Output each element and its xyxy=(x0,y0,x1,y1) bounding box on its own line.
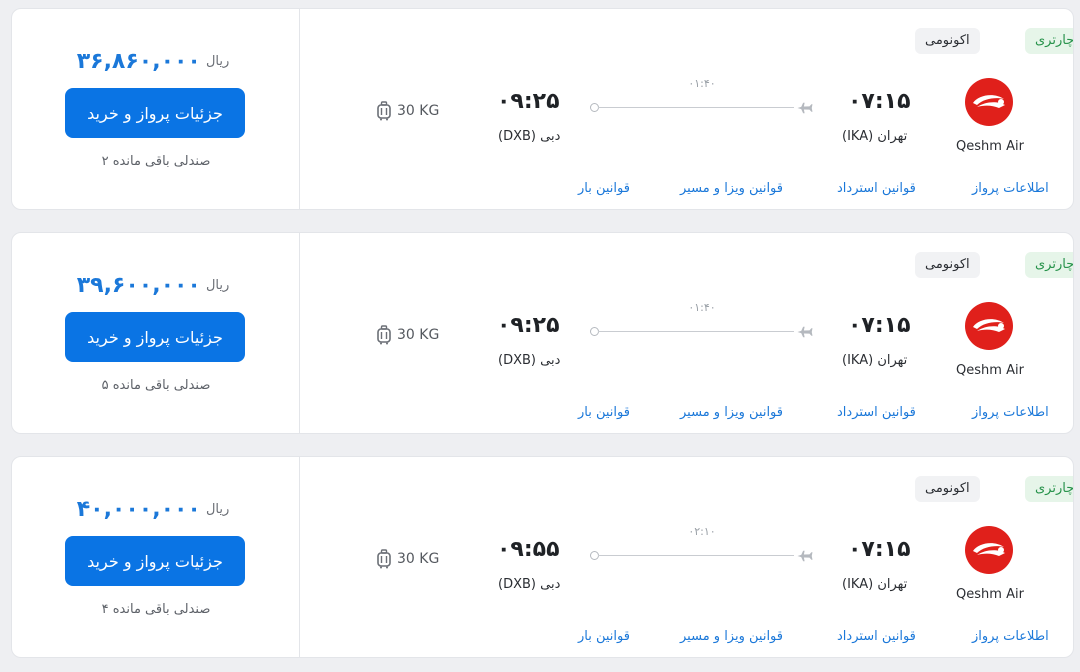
airline-name: Qeshm Air xyxy=(956,363,1024,378)
flight-details-buy-button[interactable]: جزئیات پرواز و خرید xyxy=(65,312,245,362)
seats-remaining: ۲ صندلی باقی مانده xyxy=(101,154,211,169)
baggage-allowance: 30 KG xyxy=(377,549,439,569)
charter-badge: چارتری xyxy=(1025,28,1073,54)
refund-rules-link[interactable]: قوانین استرداد xyxy=(837,181,916,196)
price-panel: ریال ۳۶,۸۶۰,۰۰۰ جزئیات پرواز و خرید ۲ صن… xyxy=(12,9,300,209)
arrival-time: ۰۹:۲۵ xyxy=(497,313,560,338)
suitcase-icon xyxy=(377,325,391,345)
price-currency: ریال xyxy=(205,54,230,69)
price: ریال ۴۰,۰۰۰,۰۰۰ xyxy=(12,497,300,522)
departure-city: تهران (IKA) xyxy=(842,129,908,144)
price-value: ۴۰,۰۰۰,۰۰۰ xyxy=(76,497,201,522)
cabin-class-badge: اکونومی xyxy=(915,28,980,54)
flight-info-link[interactable]: اطلاعات پرواز xyxy=(972,181,1049,196)
flight-duration: ۰۱:۴۰ xyxy=(688,77,716,90)
airplane-icon xyxy=(797,102,813,114)
price-value: ۳۹,۶۰۰,۰۰۰ xyxy=(76,273,201,298)
departure-city: تهران (IKA) xyxy=(842,353,908,368)
suitcase-icon xyxy=(377,549,391,569)
seats-remaining: ۴ صندلی باقی مانده xyxy=(101,602,211,617)
arrival-time: ۰۹:۵۵ xyxy=(497,537,560,562)
departure-time: ۰۷:۱۵ xyxy=(848,313,911,338)
baggage-rules-link[interactable]: قوانین بار xyxy=(578,181,630,196)
cabin-class-badge: اکونومی xyxy=(915,476,980,502)
airline-name: Qeshm Air xyxy=(956,587,1024,602)
arrival-time: ۰۹:۲۵ xyxy=(497,89,560,114)
qeshm-air-logo xyxy=(965,526,1013,574)
departure-city: تهران (IKA) xyxy=(842,577,908,592)
route-divider xyxy=(598,107,794,108)
visa-route-rules-link[interactable]: قوانین ویزا و مسیر xyxy=(680,629,783,644)
baggage-rules-link[interactable]: قوانین بار xyxy=(578,405,630,420)
airline-name: Qeshm Air xyxy=(956,139,1024,154)
flight-duration: ۰۱:۴۰ xyxy=(688,301,716,314)
baggage-allowance: 30 KG xyxy=(377,325,439,345)
flight-card: ریال ۴۰,۰۰۰,۰۰۰ جزئیات پرواز و خرید ۴ صن… xyxy=(11,456,1074,658)
arrival-city: دبی (DXB) xyxy=(498,353,561,368)
baggage-rules-link[interactable]: قوانین بار xyxy=(578,629,630,644)
arrival-city: دبی (DXB) xyxy=(498,129,561,144)
route-line xyxy=(590,325,822,339)
visa-route-rules-link[interactable]: قوانین ویزا و مسیر xyxy=(680,181,783,196)
route-divider xyxy=(598,331,794,332)
price: ریال ۳۶,۸۶۰,۰۰۰ xyxy=(12,49,300,74)
charter-badge: چارتری xyxy=(1025,476,1073,502)
route-divider xyxy=(598,555,794,556)
cabin-class-badge: اکونومی xyxy=(915,252,980,278)
seats-remaining: ۵ صندلی باقی مانده xyxy=(101,378,211,393)
charter-badge: چارتری xyxy=(1025,252,1073,278)
price-panel: ریال ۴۰,۰۰۰,۰۰۰ جزئیات پرواز و خرید ۴ صن… xyxy=(12,457,300,657)
visa-route-rules-link[interactable]: قوانین ویزا و مسیر xyxy=(680,405,783,420)
flight-info-link[interactable]: اطلاعات پرواز xyxy=(972,629,1049,644)
departure-time: ۰۷:۱۵ xyxy=(848,537,911,562)
flight-details-buy-button[interactable]: جزئیات پرواز و خرید xyxy=(65,88,245,138)
airplane-icon xyxy=(797,326,813,338)
price-currency: ریال xyxy=(205,278,230,293)
refund-rules-link[interactable]: قوانین استرداد xyxy=(837,405,916,420)
qeshm-air-logo xyxy=(965,78,1013,126)
flight-card: ریال ۳۶,۸۶۰,۰۰۰ جزئیات پرواز و خرید ۲ صن… xyxy=(11,8,1074,210)
baggage-allowance: 30 KG xyxy=(377,101,439,121)
baggage-text: 30 KG xyxy=(397,551,440,567)
arrival-city: دبی (DXB) xyxy=(498,577,561,592)
refund-rules-link[interactable]: قوانین استرداد xyxy=(837,629,916,644)
flight-duration: ۰۲:۱۰ xyxy=(688,525,716,538)
flight-info-link[interactable]: اطلاعات پرواز xyxy=(972,405,1049,420)
qeshm-air-logo xyxy=(965,302,1013,350)
suitcase-icon xyxy=(377,101,391,121)
price: ریال ۳۹,۶۰۰,۰۰۰ xyxy=(12,273,300,298)
baggage-text: 30 KG xyxy=(397,327,440,343)
airplane-icon xyxy=(797,550,813,562)
baggage-text: 30 KG xyxy=(397,103,440,119)
price-currency: ریال xyxy=(205,502,230,517)
route-line xyxy=(590,101,822,115)
departure-time: ۰۷:۱۵ xyxy=(848,89,911,114)
route-line xyxy=(590,549,822,563)
price-panel: ریال ۳۹,۶۰۰,۰۰۰ جزئیات پرواز و خرید ۵ صن… xyxy=(12,233,300,433)
flight-details-buy-button[interactable]: جزئیات پرواز و خرید xyxy=(65,536,245,586)
flight-card: ریال ۳۹,۶۰۰,۰۰۰ جزئیات پرواز و خرید ۵ صن… xyxy=(11,232,1074,434)
price-value: ۳۶,۸۶۰,۰۰۰ xyxy=(76,49,201,74)
